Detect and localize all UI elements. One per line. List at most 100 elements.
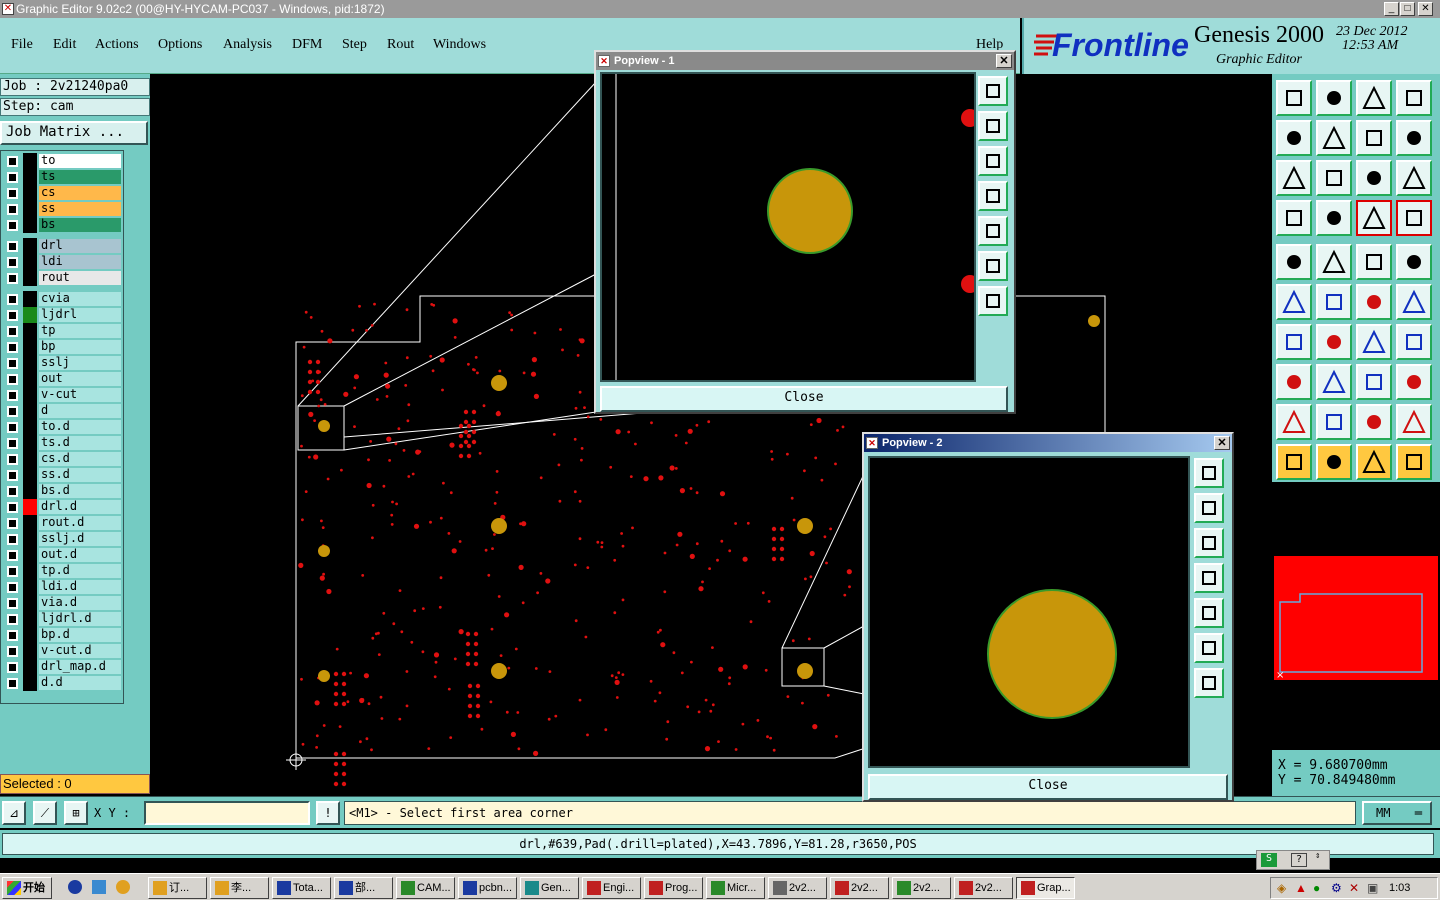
layer-row-cvia[interactable]: cvia (3, 291, 121, 307)
layer-row-tp.d[interactable]: tp.d (3, 563, 121, 579)
layer-row-to[interactable]: to (3, 153, 121, 169)
layer-checkbox[interactable] (7, 172, 18, 183)
layer-checkbox[interactable] (7, 257, 18, 268)
pad-icon[interactable] (1276, 244, 1312, 280)
layer-name[interactable]: drl.d (39, 500, 121, 514)
layer-checkbox[interactable] (7, 662, 18, 673)
tray-icon-4[interactable]: ⚙ (1331, 881, 1342, 895)
layer-checkbox[interactable] (7, 204, 18, 215)
menu-analysis[interactable]: Analysis (223, 37, 272, 53)
layer-checkbox[interactable] (7, 358, 18, 369)
layer-color-swatch[interactable] (23, 611, 37, 627)
layer-color-swatch[interactable] (23, 563, 37, 579)
filter-icon[interactable] (1276, 200, 1312, 236)
layer-row-v-cut[interactable]: v-cut (3, 387, 121, 403)
layer-row-bp.d[interactable]: bp.d (3, 627, 121, 643)
layer-name[interactable]: sslj.d (39, 532, 121, 546)
popview-1-close-icon[interactable]: ✕ (996, 54, 1012, 68)
layer-checkbox[interactable] (7, 390, 18, 401)
view-restore-icon[interactable] (1194, 458, 1224, 488)
layer-name[interactable]: tp (39, 324, 121, 338)
pointer-icon[interactable] (1276, 444, 1312, 480)
layer-row-tp[interactable]: tp (3, 323, 121, 339)
scale-icon[interactable] (1356, 160, 1392, 196)
layer-color-swatch[interactable] (23, 307, 37, 323)
triangle-3-icon[interactable] (1356, 404, 1392, 440)
layer-row-out.d[interactable]: out.d (3, 547, 121, 563)
tray-icon-6[interactable]: ▣ (1367, 881, 1378, 895)
menu-step[interactable]: Step (342, 37, 367, 53)
minimize-button[interactable]: _ (1384, 2, 1399, 16)
zoom-fit-icon[interactable] (978, 286, 1008, 316)
layer-row-ss.d[interactable]: ss.d (3, 467, 121, 483)
layer-name[interactable]: ss (39, 202, 121, 216)
taskbar-item[interactable]: 订... (148, 877, 207, 899)
pan-down-icon[interactable] (978, 146, 1008, 176)
layer-name[interactable]: bs.d (39, 484, 121, 498)
layer-row-ts[interactable]: ts (3, 169, 121, 185)
layer-row-d[interactable]: d (3, 403, 121, 419)
view-restore-icon[interactable] (978, 76, 1008, 106)
layer-checkbox[interactable] (7, 188, 18, 199)
layer-row-drl_map.d[interactable]: drl_map.d (3, 659, 121, 675)
job-matrix-button[interactable]: Job Matrix ... (0, 121, 148, 145)
pointer-net-icon[interactable] (1396, 444, 1432, 480)
taskbar-item[interactable]: 2v2... (830, 877, 889, 899)
layer-name[interactable]: out (39, 372, 121, 386)
layer-name[interactable]: sslj (39, 356, 121, 370)
popview-1-canvas[interactable] (600, 72, 979, 382)
layer-row-drl.d[interactable]: drl.d (3, 499, 121, 515)
menu-windows[interactable]: Windows (433, 37, 486, 53)
pan-right-icon[interactable] (978, 216, 1008, 246)
tray-icon-1[interactable]: ◈ (1277, 881, 1286, 895)
layer-name[interactable]: cvia (39, 292, 121, 306)
layer-row-via.d[interactable]: via.d (3, 595, 121, 611)
layer-color-swatch[interactable] (23, 547, 37, 563)
layer-name[interactable]: rout (39, 271, 121, 285)
pointer-zone-icon[interactable] (1356, 444, 1392, 480)
layer-checkbox[interactable] (7, 630, 18, 641)
layer-name[interactable]: cs.d (39, 452, 121, 466)
layer-row-bs[interactable]: bs (3, 217, 121, 233)
layer-checkbox[interactable] (7, 406, 18, 417)
layer-name[interactable]: d.d (39, 676, 121, 690)
layer-checkbox[interactable] (7, 241, 18, 252)
fit-icon[interactable] (1396, 80, 1432, 116)
layer-name[interactable]: ljdrl (39, 308, 121, 322)
language-menu-icon[interactable]: ⇕ (1315, 851, 1320, 861)
pan-left-icon[interactable] (1276, 120, 1312, 156)
home-icon[interactable] (1356, 80, 1392, 116)
arc-add-icon[interactable] (1276, 324, 1312, 360)
layer-checkbox[interactable] (7, 438, 18, 449)
layer-row-sslj[interactable]: sslj (3, 355, 121, 371)
taskbar-item[interactable]: Micr... (706, 877, 765, 899)
layer-name[interactable]: d (39, 404, 121, 418)
layer-row-ljdrl[interactable]: ljdrl (3, 307, 121, 323)
group-icon[interactable] (1396, 364, 1432, 400)
add-pad-icon[interactable] (1276, 364, 1312, 400)
layer-checkbox[interactable] (7, 518, 18, 529)
layer-row-bs.d[interactable]: bs.d (3, 483, 121, 499)
pan-up-icon[interactable] (978, 111, 1008, 141)
layer-color-swatch[interactable] (23, 270, 37, 286)
ime-icon[interactable]: S (1261, 853, 1277, 867)
layer-checkbox[interactable] (7, 422, 18, 433)
taskbar-item[interactable]: 2v2... (768, 877, 827, 899)
zoom-home-icon[interactable] (1276, 80, 1312, 116)
undo-zoom-icon[interactable] (1356, 120, 1392, 156)
layer-name[interactable]: out.d (39, 548, 121, 562)
layer-row-ljdrl.d[interactable]: ljdrl.d (3, 611, 121, 627)
mirror-icon[interactable] (1396, 324, 1432, 360)
layer-name[interactable]: drl (39, 239, 121, 253)
zoom-window-icon[interactable] (1316, 160, 1352, 196)
layer-row-bp[interactable]: bp (3, 339, 121, 355)
popview-2-canvas[interactable] (868, 456, 1190, 768)
redo-icon[interactable] (1396, 120, 1432, 156)
arc-icon[interactable] (1356, 324, 1392, 360)
layer-row-v-cut.d[interactable]: v-cut.d (3, 643, 121, 659)
measure-icon[interactable]: ⟋ (33, 801, 57, 825)
layer-row-ldi[interactable]: ldi (3, 254, 121, 270)
layer-checkbox[interactable] (7, 678, 18, 689)
taskbar-item[interactable]: 部... (334, 877, 393, 899)
layer-color-swatch[interactable] (23, 435, 37, 451)
